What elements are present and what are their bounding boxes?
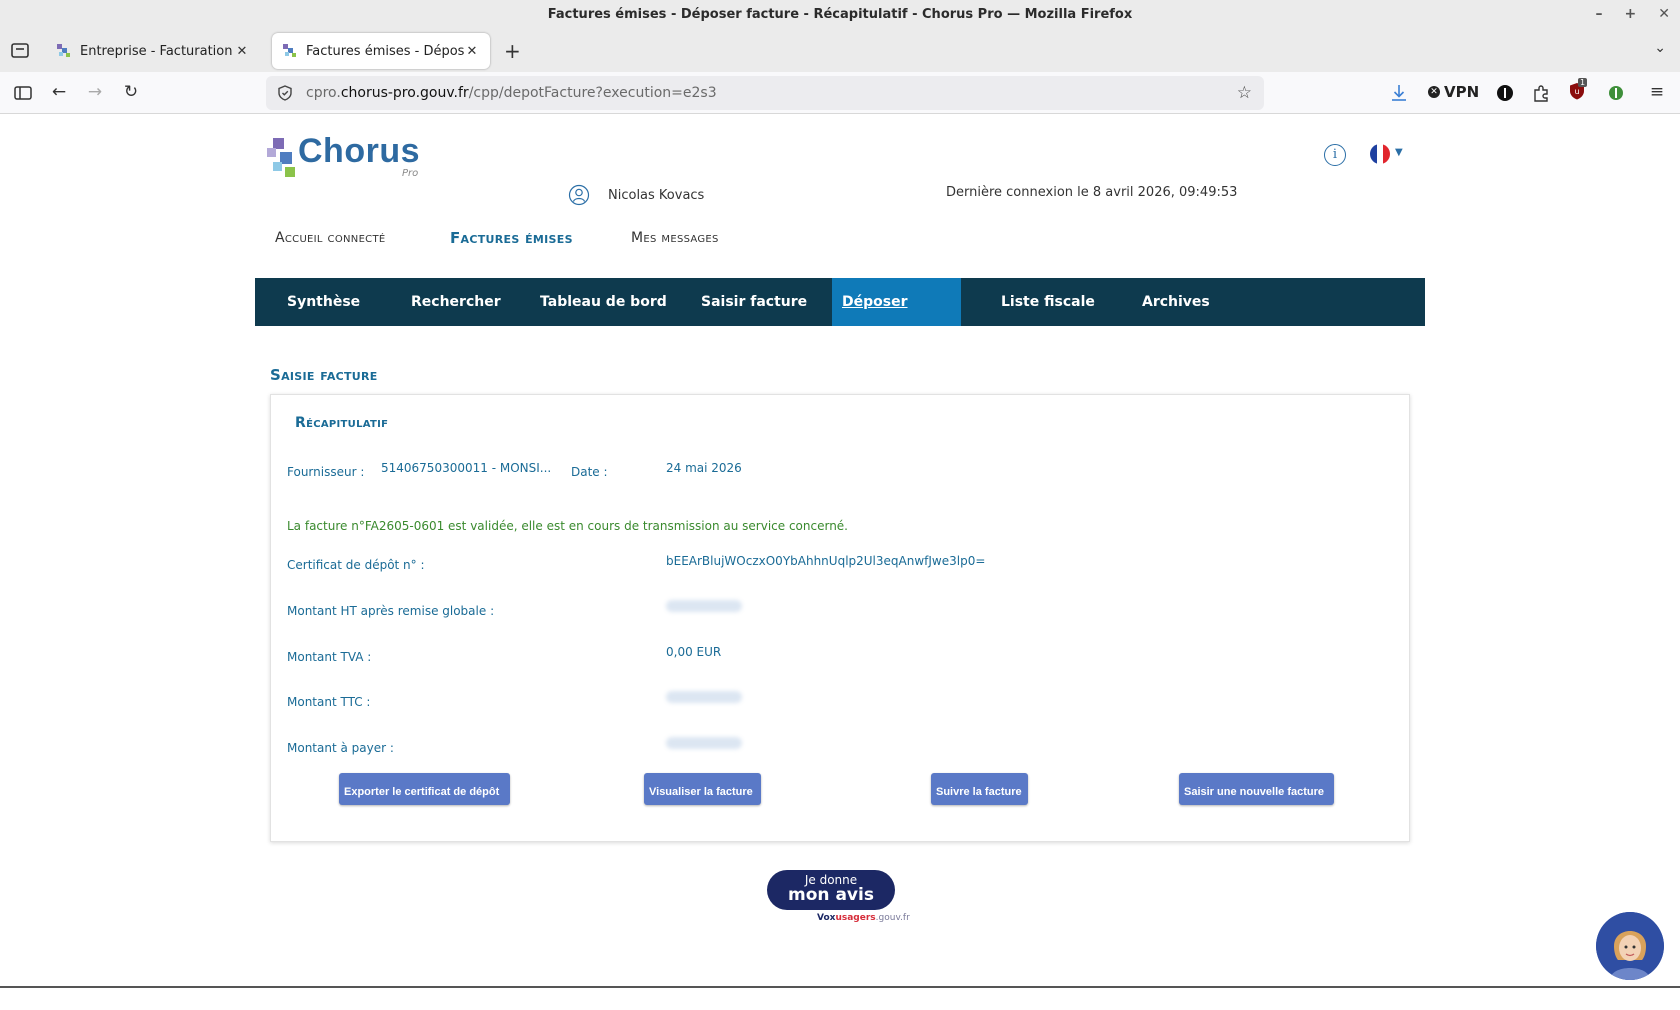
bottom-divider xyxy=(0,986,1680,988)
supplier-label: Fournisseur : xyxy=(287,465,365,479)
user-profile-icon[interactable] xyxy=(568,184,590,206)
last-login-text: Dernière connexion le 8 avril 2026, 09:4… xyxy=(946,185,1238,200)
tab-strip: Entreprise - Facturation - Portail Choru… xyxy=(0,28,1680,72)
password-manager-icon[interactable] xyxy=(1494,82,1516,104)
follow-invoice-button[interactable]: Suivre la facture xyxy=(931,773,1028,805)
hamburger-menu-icon[interactable]: ≡ xyxy=(1646,82,1668,102)
feedback-button[interactable]: Je donne mon avis xyxy=(767,870,895,910)
language-caret-icon[interactable]: ▼ xyxy=(1395,147,1403,158)
reload-icon[interactable]: ↻ xyxy=(120,82,142,102)
window-controls: – + ✕ xyxy=(1596,0,1670,28)
topnav-factures-emises[interactable]: Factures émises xyxy=(450,229,573,247)
logo-subtext: Pro xyxy=(402,168,419,179)
minimize-icon[interactable]: – xyxy=(1596,6,1603,22)
chevron-down-icon[interactable]: ⌄ xyxy=(1654,40,1666,56)
maximize-icon[interactable]: + xyxy=(1625,6,1637,22)
vox-red: usagers xyxy=(835,913,876,923)
sidebar-icon[interactable] xyxy=(12,82,34,104)
tab-factures-emises[interactable]: Factures émises - Déposer facture - Réca… xyxy=(272,33,490,69)
tab-title: Entreprise - Facturation - Portail Choru… xyxy=(80,43,234,59)
vpn-button[interactable]: ✕ VPN xyxy=(1428,83,1479,101)
vox-suffix: .gouv.fr xyxy=(875,913,910,923)
chorus-favicon-icon xyxy=(283,44,296,57)
chorus-favicon-icon xyxy=(57,44,70,57)
ttc-label: Montant TTC : xyxy=(287,695,371,709)
view-invoice-button[interactable]: Visualiser la facture xyxy=(644,773,761,805)
export-certificate-button[interactable]: Exporter le certificat de dépôt xyxy=(339,773,510,805)
subnav-archives[interactable]: Archives xyxy=(1132,278,1220,326)
certificate-value: bEEArBlujWOczxO0YbAhhnUqlp2Ul3eqAnwfJwe3… xyxy=(666,554,986,568)
browser-navbar: ← → ↻ cpro.chorus-pro.gouv.fr/cpp/depotF… xyxy=(0,72,1680,114)
info-icon[interactable]: i xyxy=(1324,144,1346,166)
url-bar[interactable]: cpro.chorus-pro.gouv.fr/cpp/depotFacture… xyxy=(266,76,1264,110)
topnav-messages[interactable]: Mes messages xyxy=(631,230,719,246)
amount-ht-label: Montant HT après remise globale : xyxy=(287,604,495,618)
logo-text: Chorus xyxy=(298,132,420,170)
extension-badge-count: 1 xyxy=(1578,78,1588,87)
extensions-puzzle-icon[interactable] xyxy=(1530,82,1552,104)
close-window-icon[interactable]: ✕ xyxy=(1658,6,1670,22)
tab-entreprise[interactable]: Entreprise - Facturation - Portail Choru… xyxy=(46,33,260,69)
url-prefix: cpro. xyxy=(306,85,341,101)
bookmark-star-icon[interactable]: ☆ xyxy=(1237,83,1252,103)
tab-title: Factures émises - Déposer facture - Réca… xyxy=(306,43,464,59)
privacy-extension-icon[interactable] xyxy=(1605,82,1627,104)
new-invoice-button[interactable]: Saisir une nouvelle facture xyxy=(1179,773,1334,805)
tva-value: 0,00 EUR xyxy=(666,645,722,659)
date-label: Date : xyxy=(571,465,608,479)
recap-card: Récapitulatif Fournisseur : 514067503000… xyxy=(270,394,1410,842)
subnav-synthese[interactable]: Synthèse xyxy=(277,278,370,326)
vpn-label: VPN xyxy=(1444,83,1480,101)
subnav-deposer-facture[interactable]: Déposer facture xyxy=(832,278,961,358)
success-message: La facture n°FA2605-0601 est validée, el… xyxy=(287,519,848,533)
url-path: /cpp/depotFacture?execution=e2s3 xyxy=(468,85,717,101)
sub-navigation: Synthèse Rechercher Tableau de bord Sais… xyxy=(255,278,1425,358)
ttc-value-redacted xyxy=(666,691,742,703)
feedback-line2: mon avis xyxy=(788,885,874,905)
tab-overview-icon[interactable] xyxy=(10,40,30,60)
ublock-icon[interactable]: u 1 xyxy=(1566,78,1588,107)
svg-text:u: u xyxy=(1574,87,1579,96)
topnav-accueil[interactable]: Accueil connecté xyxy=(275,230,386,246)
section-title: Saisie facture xyxy=(270,366,378,384)
french-flag-icon[interactable] xyxy=(1370,144,1390,164)
window-titlebar: Factures émises - Déposer facture - Réca… xyxy=(0,0,1680,28)
vpn-off-icon: ✕ xyxy=(1428,86,1440,98)
subnav-tableau-de-bord[interactable]: Tableau de bord xyxy=(530,278,677,326)
forward-arrow-icon[interactable]: → xyxy=(84,82,106,102)
certificate-label: Certificat de dépôt n° : xyxy=(287,558,425,572)
tab-close-icon[interactable]: ✕ xyxy=(234,44,250,59)
subnav-saisir-facture[interactable]: Saisir facture xyxy=(691,278,817,326)
chatbot-avatar-icon[interactable] xyxy=(1596,912,1664,980)
recap-title: Récapitulatif xyxy=(295,415,389,431)
page-content: Chorus Pro i ▼ Nicolas Kovacs Dernière c… xyxy=(0,114,1680,986)
subnav-liste-fiscale[interactable]: Liste fiscale xyxy=(991,278,1105,326)
subnav-rechercher[interactable]: Rechercher xyxy=(401,278,511,326)
back-arrow-icon[interactable]: ← xyxy=(48,82,70,102)
download-icon[interactable] xyxy=(1388,82,1410,104)
to-pay-value-redacted xyxy=(666,737,742,749)
url-text[interactable]: cpro.chorus-pro.gouv.fr/cpp/depotFacture… xyxy=(306,85,717,101)
voxusagers-logo: Voxusagers.gouv.fr xyxy=(817,913,910,923)
url-host: chorus-pro.gouv.fr xyxy=(340,85,469,101)
date-value: 24 mai 2026 xyxy=(666,461,742,475)
user-name[interactable]: Nicolas Kovacs xyxy=(608,188,704,203)
supplier-value: 51406750300011 - MONSI... xyxy=(381,461,552,475)
shield-icon[interactable] xyxy=(276,84,294,102)
to-pay-label: Montant à payer : xyxy=(287,741,394,755)
tva-label: Montant TVA : xyxy=(287,650,372,664)
new-tab-icon[interactable]: + xyxy=(504,39,521,63)
window-title: Factures émises - Déposer facture - Réca… xyxy=(547,6,1133,22)
amount-ht-value-redacted xyxy=(666,600,742,612)
vox-prefix: Vox xyxy=(817,913,836,923)
tab-close-icon[interactable]: ✕ xyxy=(464,44,480,59)
